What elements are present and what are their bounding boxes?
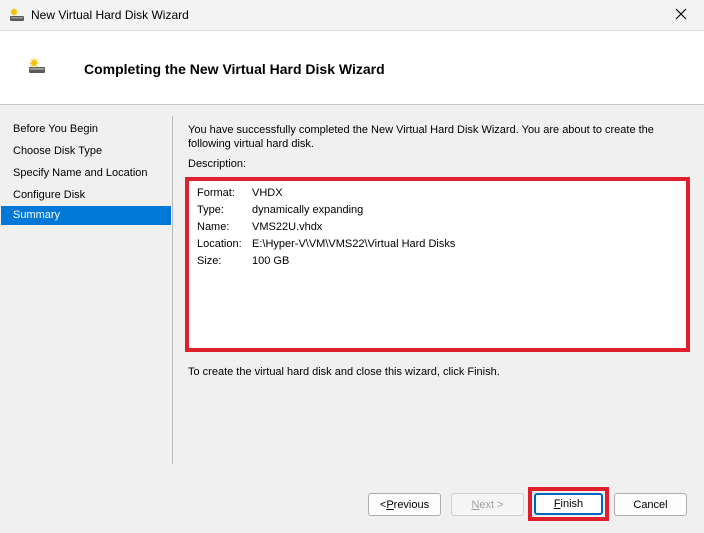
window-title: New Virtual Hard Disk Wizard (31, 8, 189, 22)
nav-divider (172, 116, 173, 464)
finish-button-highlight: Finish (528, 487, 609, 521)
description-row-format: Format: VHDX (197, 187, 283, 199)
description-row-name: Name: VMS22U.vhdx (197, 221, 323, 233)
wizard-button-bar: < Previous Next > Finish Cancel (0, 487, 704, 533)
close-icon (675, 8, 687, 23)
intro-text: You have successfully completed the New … (188, 124, 654, 150)
description-row-location: Location: E:\Hyper-V\VM\VMS22\Virtual Ha… (197, 238, 456, 250)
nav-item-summary[interactable]: Summary (1, 206, 171, 225)
virtual-disk-icon (27, 56, 47, 76)
nav-item-choose-disk-type[interactable]: Choose Disk Type (1, 142, 171, 161)
wizard-header: Completing the New Virtual Hard Disk Wiz… (0, 31, 704, 105)
cancel-button[interactable]: Cancel (614, 493, 687, 516)
next-button[interactable]: Next > (451, 493, 524, 516)
description-row-type: Type: dynamically expanding (197, 204, 364, 216)
description-box[interactable]: Format: VHDX Type: dynamically expanding… (185, 177, 690, 352)
nav-item-configure-disk[interactable]: Configure Disk (1, 186, 171, 205)
page-title: Completing the New Virtual Hard Disk Wiz… (84, 61, 385, 77)
previous-button[interactable]: < Previous (368, 493, 441, 516)
finish-instruction: To create the virtual hard disk and clos… (188, 366, 500, 378)
nav-item-specify-name-location[interactable]: Specify Name and Location (1, 164, 171, 183)
description-row-size: Size: 100 GB (197, 255, 290, 267)
description-label: Description: (188, 158, 247, 170)
wizard-steps-nav: Before You Begin Choose Disk Type Specif… (0, 116, 173, 464)
finish-button[interactable]: Finish (534, 493, 603, 515)
virtual-disk-icon (9, 7, 25, 23)
title-bar: New Virtual Hard Disk Wizard (0, 0, 704, 31)
nav-item-before-you-begin[interactable]: Before You Begin (1, 120, 171, 139)
close-button[interactable] (658, 0, 704, 31)
